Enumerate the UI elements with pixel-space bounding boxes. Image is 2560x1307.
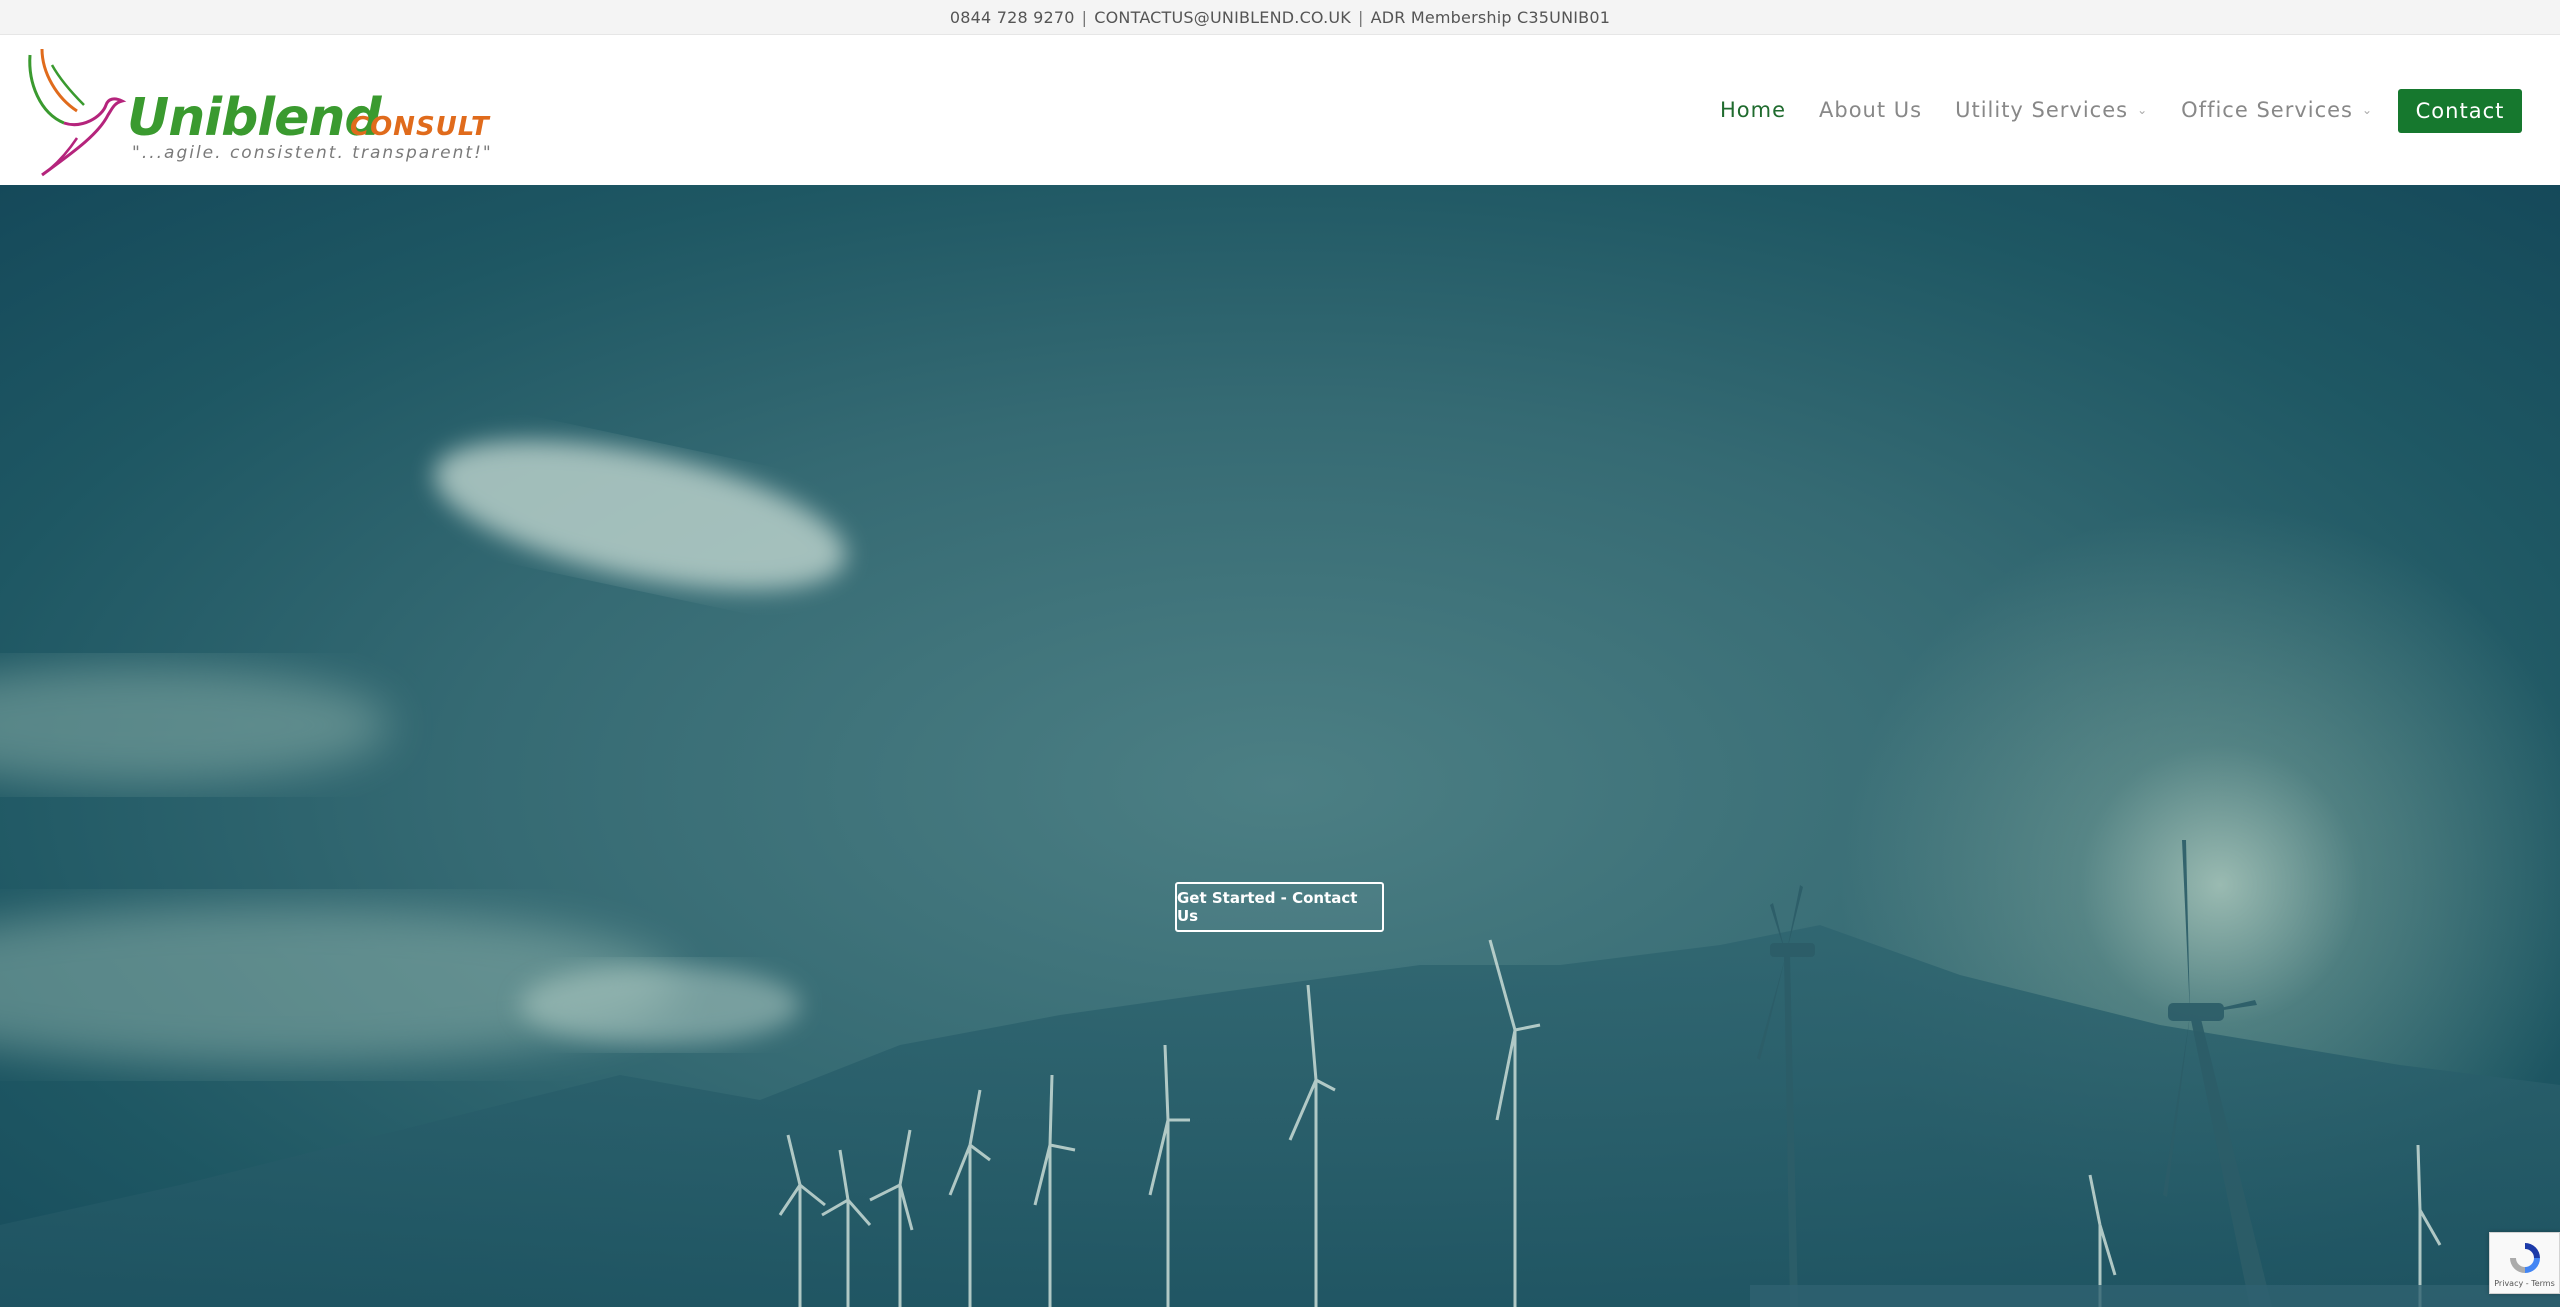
membership-text: ADR Membership C35UNIB01 [1370, 7, 1611, 27]
recaptcha-icon [2509, 1242, 2540, 1273]
nav-item-label: Utility Services [1955, 98, 2129, 122]
cloud [520, 965, 800, 1045]
chevron-down-icon: ⌄ [2137, 103, 2149, 117]
logo-wordmark: Uniblend [127, 88, 382, 148]
cloud [0, 665, 390, 785]
nav-item-label: Office Services [2181, 98, 2353, 122]
top-info-bar: 0844 728 9270 | CONTACTUS@UNIBLEND.CO.UK… [0, 0, 2560, 35]
nav-item-office-services[interactable]: Office Services ⌄ [2181, 90, 2373, 130]
recaptcha-badge[interactable]: Privacy - Terms [2489, 1232, 2560, 1294]
bird-logo-icon [28, 48, 127, 177]
get-started-button[interactable]: Get Started - Contact Us [1175, 882, 1384, 932]
cloud [434, 440, 846, 590]
main-navigation: Home About Us Utility Services ⌄ Office … [1720, 35, 2406, 185]
nav-item-label: About Us [1819, 98, 1923, 122]
nav-item-home[interactable]: Home [1720, 90, 1786, 130]
logo-consult-text: CONSULT [350, 112, 490, 142]
nav-item-utility-services[interactable]: Utility Services ⌄ [1955, 90, 2148, 130]
recaptcha-links[interactable]: Privacy - Terms [2494, 1279, 2555, 1288]
separator: | [1357, 7, 1364, 27]
hero-section: Get Started - Contact Us [0, 185, 2560, 1307]
chevron-down-icon: ⌄ [2362, 103, 2374, 117]
logo-tagline: "...agile. consistent. transparent!" [132, 143, 493, 163]
email-address[interactable]: CONTACTUS@UNIBLEND.CO.UK [1094, 8, 1351, 27]
separator: | [1081, 7, 1088, 27]
site-logo[interactable]: Uniblend CONSULT "...agile. consistent. … [22, 43, 502, 183]
site-header: Uniblend CONSULT "...agile. consistent. … [0, 35, 2560, 185]
contact-button[interactable]: Contact [2398, 89, 2522, 133]
nav-item-label: Home [1720, 98, 1787, 122]
phone-number[interactable]: 0844 728 9270 [950, 8, 1075, 27]
nav-item-about-us[interactable]: About Us [1819, 90, 1922, 130]
wind-farm-background [0, 440, 2560, 1307]
